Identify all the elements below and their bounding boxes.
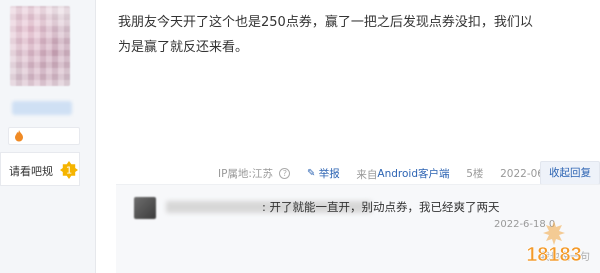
site-watermark-logo: 18183 <box>512 213 596 271</box>
author-avatar[interactable] <box>10 6 70 86</box>
client-source-link[interactable]: Android客户端 <box>377 168 449 180</box>
report-link[interactable]: 举报 <box>319 166 340 181</box>
client-source-prefix: 来自 <box>356 168 378 181</box>
post-body-text: 我朋友今天开了这个也是250点券，赢了一把之后发现点券没扣，我们以为是赢了就反还… <box>118 15 533 55</box>
report-icon[interactable]: ✎ <box>307 168 315 179</box>
level-badge[interactable] <box>8 127 80 145</box>
author-sidebar: 请看吧规 1 <box>0 0 96 273</box>
reply-text: : 开了就能一直开，别动点券，我已经爽了两天 <box>262 200 500 214</box>
collapse-replies-button[interactable]: 收起回复 <box>540 161 600 185</box>
post-meta-row: IP属地:江苏 ? ✎ 举报 来自Android客户端 5楼 2022-06-1… <box>218 166 595 182</box>
client-source: 来自Android客户端 <box>356 166 449 182</box>
rules-badge-number: 1 <box>66 166 72 177</box>
reply-avatar[interactable] <box>134 197 156 219</box>
rules-badge-icon: 1 <box>59 160 79 180</box>
bar-rules-link[interactable]: 请看吧规 1 <box>0 152 80 186</box>
flame-icon <box>12 129 26 143</box>
bar-rules-label: 请看吧规 <box>9 165 53 178</box>
author-username-blurred[interactable] <box>12 101 72 115</box>
help-icon[interactable]: ? <box>279 168 291 180</box>
floor-number: 5楼 <box>466 168 484 181</box>
ip-location: IP属地:江苏 <box>218 168 273 181</box>
watermark-text: 18183 <box>526 244 582 266</box>
